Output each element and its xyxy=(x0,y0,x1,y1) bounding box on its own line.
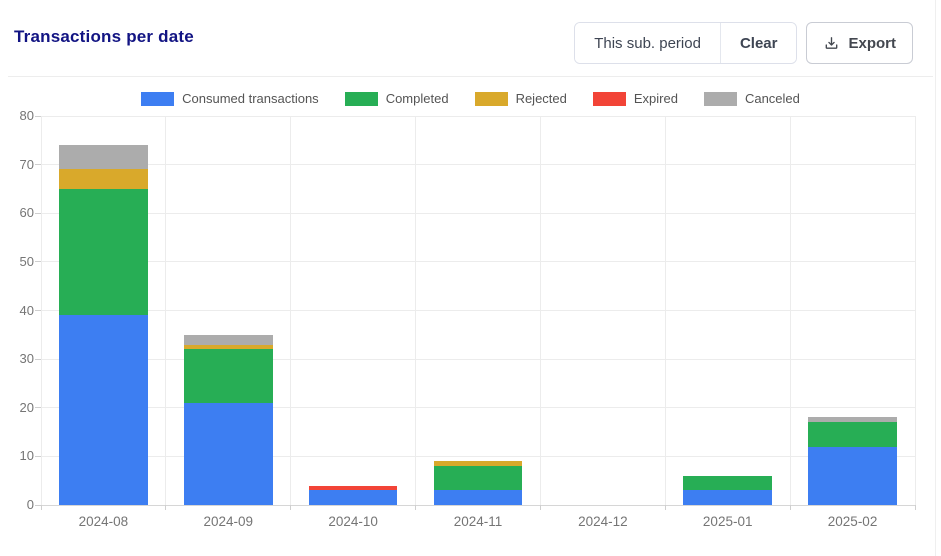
x-axis-label: 2025-02 xyxy=(790,514,915,529)
y-axis-label: 70 xyxy=(0,157,34,173)
x-axis-label: 2024-11 xyxy=(416,514,541,529)
x-axis-tick xyxy=(41,505,42,510)
x-axis-label: 2024-09 xyxy=(166,514,291,529)
x-axis-tick xyxy=(165,505,166,510)
x-axis-label: 2024-08 xyxy=(41,514,166,529)
y-axis-label: 60 xyxy=(0,205,34,221)
x-axis-label: 2024-10 xyxy=(291,514,416,529)
gridline-vertical xyxy=(915,116,916,505)
gridline-horizontal xyxy=(41,261,915,262)
x-axis-tick xyxy=(290,505,291,510)
bar-2024-08-canceled[interactable] xyxy=(59,145,148,169)
gridline-vertical xyxy=(290,116,291,505)
x-axis-label: 2025-01 xyxy=(665,514,790,529)
x-axis-tick xyxy=(540,505,541,510)
gridline-horizontal xyxy=(41,310,915,311)
x-axis-tick xyxy=(665,505,666,510)
bar-2024-11-consumed-transactions[interactable] xyxy=(434,490,523,505)
y-axis-label: 50 xyxy=(0,254,34,270)
bar-2025-02-completed[interactable] xyxy=(808,422,897,446)
y-axis-label: 10 xyxy=(0,448,34,464)
gridline-horizontal xyxy=(41,213,915,214)
bar-2024-09-completed[interactable] xyxy=(184,349,273,402)
gridline-vertical xyxy=(665,116,666,505)
x-axis-label: 2024-12 xyxy=(540,514,665,529)
y-axis-label: 20 xyxy=(0,400,34,416)
y-axis-label: 30 xyxy=(0,351,34,367)
bar-2024-10-expired[interactable] xyxy=(309,486,398,491)
y-axis-label: 0 xyxy=(0,497,34,513)
x-axis-tick xyxy=(790,505,791,510)
x-axis-tick xyxy=(415,505,416,510)
y-axis-label: 80 xyxy=(0,108,34,124)
bar-2024-09-rejected[interactable] xyxy=(184,345,273,350)
bar-2024-11-completed[interactable] xyxy=(434,466,523,490)
gridline-vertical xyxy=(540,116,541,505)
bar-2024-11-rejected[interactable] xyxy=(434,461,523,466)
bar-2025-01-completed[interactable] xyxy=(683,476,772,491)
bar-2025-02-consumed-transactions[interactable] xyxy=(808,447,897,505)
y-axis-line xyxy=(41,116,42,505)
gridline-horizontal xyxy=(41,116,915,117)
bar-2025-01-consumed-transactions[interactable] xyxy=(683,490,772,505)
gridline-horizontal xyxy=(41,407,915,408)
bar-2024-08-rejected[interactable] xyxy=(59,169,148,188)
bar-2024-09-consumed-transactions[interactable] xyxy=(184,403,273,505)
gridline-horizontal xyxy=(41,359,915,360)
gridline-vertical xyxy=(790,116,791,505)
bar-2025-02-canceled[interactable] xyxy=(808,417,897,422)
gridline-vertical xyxy=(415,116,416,505)
gridline-vertical xyxy=(165,116,166,505)
bar-2024-10-consumed-transactions[interactable] xyxy=(309,490,398,505)
x-axis-tick xyxy=(915,505,916,510)
gridline-horizontal xyxy=(41,164,915,165)
bar-2024-08-consumed-transactions[interactable] xyxy=(59,315,148,505)
stacked-bar-chart: 010203040506070802024-082024-092024-1020… xyxy=(0,0,941,556)
bar-2024-09-canceled[interactable] xyxy=(184,335,273,345)
bar-2024-08-completed[interactable] xyxy=(59,189,148,315)
y-axis-label: 40 xyxy=(0,303,34,319)
gridline-horizontal xyxy=(41,456,915,457)
